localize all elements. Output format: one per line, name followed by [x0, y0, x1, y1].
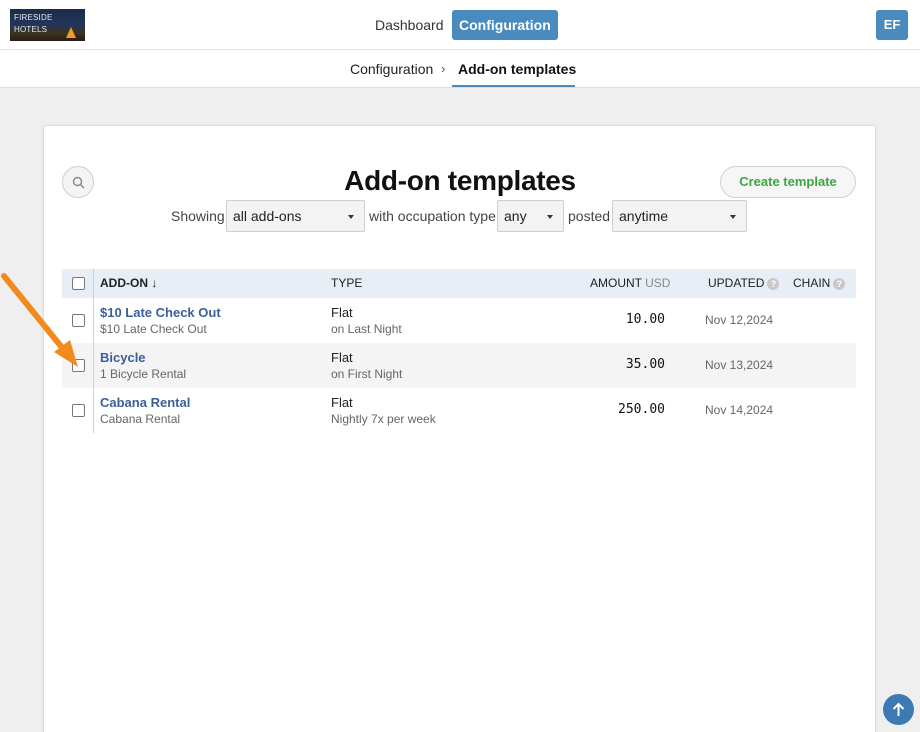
help-icon[interactable]: ? [767, 277, 780, 290]
occupation-label: with occupation type [369, 208, 496, 224]
caret-down-icon [730, 215, 736, 219]
annotation-arrow-icon [1, 273, 78, 367]
addon-type: Flat [331, 350, 353, 365]
addon-name-link[interactable]: Bicycle [100, 350, 146, 365]
table-row[interactable]: Cabana Rental Cabana Rental Flat Nightly… [62, 388, 856, 433]
addon-type-detail: Nightly 7x per week [331, 412, 436, 426]
nav-dashboard[interactable]: Dashboard [366, 10, 453, 40]
user-avatar[interactable]: EF [876, 10, 908, 40]
addon-description: $10 Late Check Out [100, 322, 207, 336]
nav-configuration[interactable]: Configuration [452, 10, 558, 40]
campfire-icon [66, 27, 76, 38]
column-updated-label: UPDATED [708, 276, 765, 290]
addon-type-detail: on Last Night [331, 322, 402, 336]
hotel-logo[interactable]: FIRESIDE HOTELS [10, 9, 85, 41]
occupation-select[interactable]: any [497, 200, 564, 232]
column-updated[interactable]: UPDATED? [708, 269, 780, 298]
table-divider [93, 269, 94, 433]
search-button[interactable] [62, 166, 94, 198]
row-checkbox[interactable] [72, 404, 85, 417]
showing-select-value: all add-ons [233, 208, 302, 224]
active-tab-underline [452, 85, 575, 87]
addon-type: Flat [331, 305, 353, 320]
column-amount-unit: USD [645, 276, 671, 290]
posted-select-value: anytime [619, 208, 669, 224]
table-header: ADD-ON ↓ TYPE AMOUNT USD UPDATED? CHAIN? [62, 269, 856, 298]
posted-label: posted [568, 208, 611, 224]
column-chain[interactable]: CHAIN? [793, 269, 846, 298]
arrow-up-icon [892, 702, 905, 716]
logo-text: FIRESIDE HOTELS [14, 12, 53, 36]
breadcrumb-configuration[interactable]: Configuration [350, 61, 433, 77]
addon-updated: Nov 14,2024 [705, 403, 774, 417]
scroll-to-top-button[interactable] [883, 694, 914, 725]
top-bar: FIRESIDE HOTELS Dashboard Configuration … [0, 0, 920, 50]
addon-description: Cabana Rental [100, 412, 181, 426]
create-template-button[interactable]: Create template [720, 166, 856, 198]
breadcrumb: Configuration › Add-on templates [0, 50, 920, 88]
addon-amount: 250.00 [618, 402, 665, 417]
addon-amount: 10.00 [625, 312, 665, 327]
showing-select[interactable]: all add-ons [226, 200, 365, 232]
column-chain-label: CHAIN [793, 276, 831, 290]
page-title: Add-on templates [344, 165, 576, 196]
column-type[interactable]: TYPE [331, 269, 362, 298]
addon-name-link[interactable]: Cabana Rental [100, 395, 190, 410]
addon-updated: Nov 12,2024 [705, 313, 774, 327]
column-amount-label: AMOUNT [590, 276, 642, 290]
showing-label: Showing [171, 208, 225, 224]
logo-text-line1: FIRESIDE [14, 13, 53, 22]
logo-text-line2: HOTELS [14, 25, 48, 34]
caret-down-icon [547, 215, 553, 219]
column-addon[interactable]: ADD-ON ↓ [100, 269, 157, 298]
column-amount[interactable]: AMOUNT USD [590, 269, 670, 298]
table-row[interactable]: Bicycle 1 Bicycle Rental Flat on First N… [62, 343, 856, 388]
breadcrumb-current[interactable]: Add-on templates [458, 61, 576, 77]
addon-type: Flat [331, 395, 353, 410]
addon-type-detail: on First Night [331, 367, 403, 381]
addon-updated: Nov 13,2024 [705, 358, 774, 372]
caret-down-icon [348, 215, 354, 219]
help-icon[interactable]: ? [833, 277, 846, 290]
addon-name-link[interactable]: $10 Late Check Out [100, 305, 221, 320]
posted-select[interactable]: anytime [612, 200, 747, 232]
addon-description: 1 Bicycle Rental [100, 367, 187, 381]
search-icon [72, 176, 85, 189]
addon-amount: 35.00 [625, 357, 665, 372]
table-row[interactable]: $10 Late Check Out $10 Late Check Out Fl… [62, 298, 856, 343]
occupation-select-value: any [504, 208, 527, 224]
breadcrumb-separator: › [441, 61, 446, 76]
